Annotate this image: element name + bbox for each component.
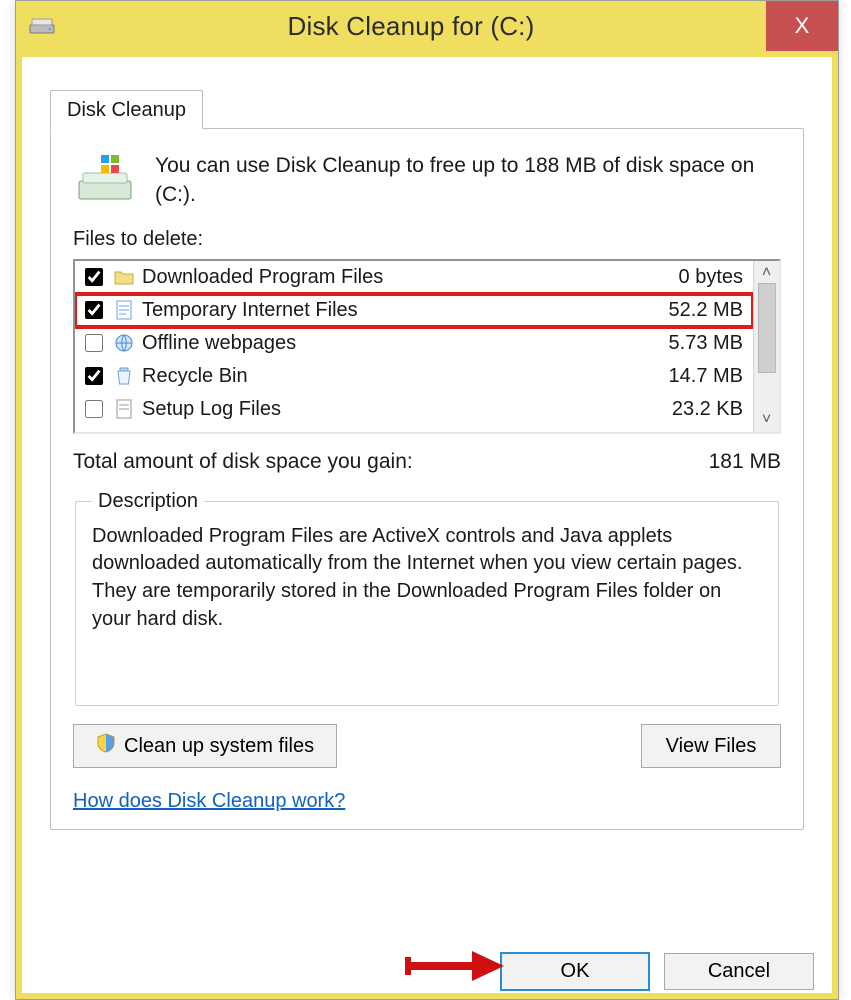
info-row: You can use Disk Cleanup to free up to 1… [73,151,781,210]
tabstrip: Disk Cleanup [50,85,804,129]
recycle-bin-icon [112,364,136,388]
client-area: Disk Cleanup [22,57,832,993]
gain-value: 181 MB [709,450,781,474]
list-item-checkbox[interactable] [85,301,103,319]
list-item-size: 0 bytes [679,266,743,289]
info-text: You can use Disk Cleanup to free up to 1… [155,151,781,210]
list-item[interactable]: Downloaded Program Files 0 bytes [75,261,753,294]
cancel-button[interactable]: Cancel [664,953,814,990]
dialog-buttons: OK Cancel [500,952,814,991]
document-icon [112,298,136,322]
list-item-size: 52.2 MB [669,299,743,322]
files-listbox[interactable]: Downloaded Program Files 0 bytes Temporary… [73,259,781,434]
ok-label: OK [561,960,590,983]
list-item-size: 14.7 MB [669,365,743,388]
description-text: Downloaded Program Files are ActiveX con… [92,523,762,633]
clean-system-files-label: Clean up system files [124,735,314,758]
list-item-label: Setup Log Files [142,398,666,421]
tab-label: Disk Cleanup [67,99,186,121]
tab-panel: You can use Disk Cleanup to free up to 1… [50,128,804,830]
list-item[interactable]: Offline webpages 5.73 MB [75,327,753,360]
list-item[interactable]: Recycle Bin 14.7 MB [75,360,753,393]
list-item-label: Offline webpages [142,332,663,355]
log-file-icon [112,397,136,421]
clean-system-files-button[interactable]: Clean up system files [73,724,337,768]
files-to-delete-label: Files to delete: [73,228,781,251]
help-link[interactable]: How does Disk Cleanup work? [73,790,345,813]
list-item-checkbox[interactable] [85,334,103,352]
description-legend: Description [92,490,204,513]
scrollbar[interactable]: ˄ ˅ [753,261,779,432]
scroll-down-icon[interactable]: ˅ [754,412,779,428]
list-item[interactable]: Temporary Internet Files 52.2 MB [75,294,753,327]
offline-web-icon [112,331,136,355]
window-title: Disk Cleanup for (C:) [56,11,766,42]
list-item-checkbox[interactable] [85,400,103,418]
shield-icon [96,733,116,759]
view-files-label: View Files [666,735,757,758]
description-group: Description Downloaded Program Files are… [75,490,779,706]
close-button[interactable]: X [766,1,838,51]
list-item-label: Downloaded Program Files [142,266,673,289]
window-border: Disk Cleanup [16,51,838,999]
tab-disk-cleanup[interactable]: Disk Cleanup [50,90,203,129]
scroll-up-icon[interactable]: ˄ [754,265,779,281]
disk-cleanup-window: Disk Cleanup for (C:) X Disk Cleanup [15,0,839,1000]
list-item-size: 5.73 MB [669,332,743,355]
list-item[interactable]: Setup Log Files 23.2 KB [75,393,753,426]
ok-button[interactable]: OK [500,952,650,991]
list-item-checkbox[interactable] [85,367,103,385]
view-files-button[interactable]: View Files [641,724,781,768]
gain-row: Total amount of disk space you gain: 181… [73,450,781,474]
list-item-label: Recycle Bin [142,365,663,388]
drive-cleanup-icon [73,151,137,207]
gain-label: Total amount of disk space you gain: [73,450,709,474]
folder-icon [112,265,136,289]
titlebar: Disk Cleanup for (C:) X [16,1,838,51]
drive-sys-icon [28,15,56,37]
action-row: Clean up system files View Files [73,724,781,768]
list-item-size: 23.2 KB [672,398,743,421]
annotation-arrow-icon [404,947,504,985]
list-item-checkbox[interactable] [85,268,103,286]
list-item-label: Temporary Internet Files [142,299,663,322]
scroll-thumb[interactable] [758,283,776,373]
cancel-label: Cancel [708,960,770,983]
close-icon: X [795,13,810,39]
